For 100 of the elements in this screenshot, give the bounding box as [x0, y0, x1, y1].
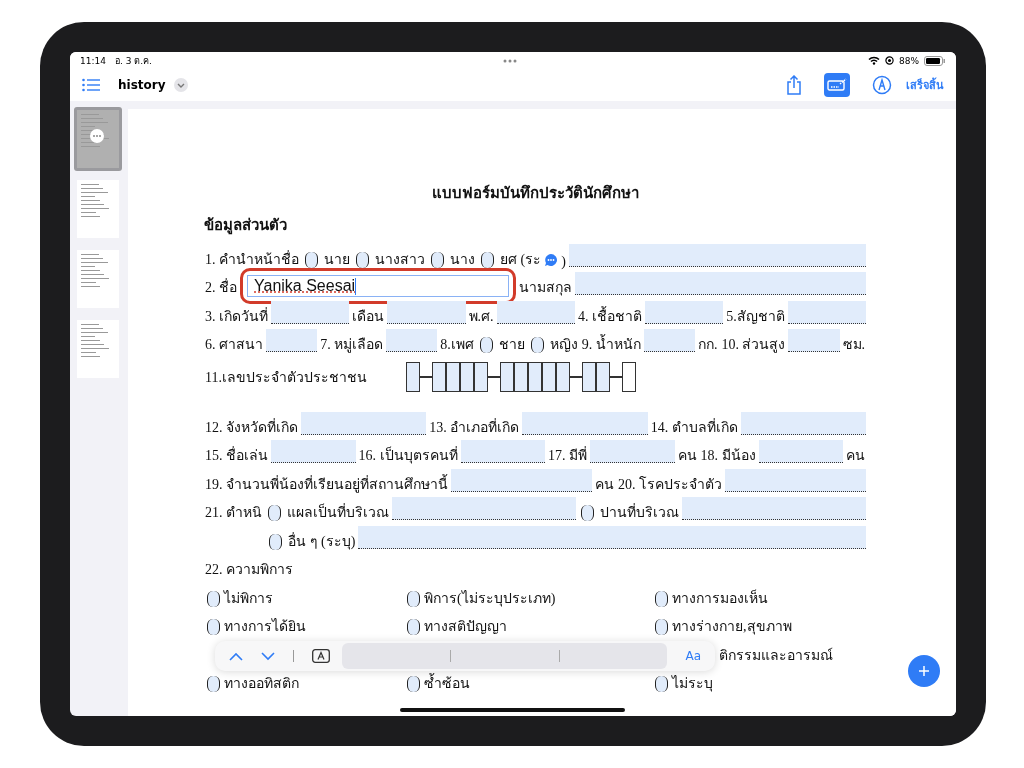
wifi-icon — [868, 56, 880, 65]
fill-in-field[interactable] — [522, 411, 648, 435]
status-date: อ. 3 ต.ค. — [114, 54, 152, 68]
text-box-icon[interactable] — [312, 649, 330, 663]
battery-percent: 88% — [899, 55, 919, 66]
checkbox[interactable] — [269, 533, 282, 550]
checkbox[interactable] — [530, 337, 544, 353]
form-label: 17. มีพี่ — [547, 445, 588, 465]
form-label: ปานที่บริเวณ — [599, 502, 680, 522]
page-thumbnail[interactable] — [74, 107, 122, 171]
done-button[interactable]: เสร็จสิ้น — [906, 76, 944, 94]
form-label: อื่น ๆ (ระบุ) — [287, 531, 357, 552]
checkbox[interactable] — [431, 251, 444, 268]
checkbox[interactable] — [207, 590, 220, 607]
form-label: 10. ส่วนสูง — [720, 336, 787, 355]
option-label: ทางการได้ยิน — [223, 617, 307, 636]
checkbox[interactable] — [207, 676, 220, 692]
chevron-up-icon[interactable] — [229, 651, 243, 661]
comment-icon[interactable] — [544, 252, 559, 267]
fill-in-field[interactable] — [575, 272, 866, 295]
list-icon[interactable] — [82, 78, 100, 92]
fill-in-field[interactable] — [568, 243, 866, 267]
checkbox[interactable] — [481, 251, 494, 268]
form-title: แบบฟอร์มบันทึกประวัตินักศึกษา — [430, 183, 640, 203]
font-button[interactable]: Aa — [685, 649, 701, 663]
option-label: ติกรรมและอารมณ์ — [718, 646, 834, 665]
checkbox[interactable] — [479, 337, 493, 353]
checkbox[interactable] — [655, 676, 668, 692]
form-label: 16. เป็นบุตรคนที่ — [357, 445, 459, 466]
form-label: พ.ศ. — [467, 307, 495, 326]
form-label: แผลเป็นที่บริเวณ — [286, 502, 390, 522]
fill-in-field[interactable] — [740, 411, 866, 435]
fill-in-field[interactable] — [643, 329, 695, 352]
checkbox[interactable] — [407, 590, 420, 607]
fill-in-field[interactable] — [590, 440, 675, 463]
fill-in-field[interactable] — [266, 329, 318, 352]
input-field[interactable]: Yanika Seesai — [247, 275, 509, 297]
page-thumbnail[interactable] — [74, 317, 122, 381]
form-label: ยศ (ระ — [499, 250, 543, 269]
form-label: 5.สัญชาติ — [725, 307, 786, 326]
checkbox[interactable] — [207, 619, 220, 635]
fill-in-field[interactable] — [387, 300, 466, 324]
share-icon[interactable] — [786, 75, 802, 95]
checkbox[interactable] — [581, 505, 594, 521]
document-title[interactable]: history — [118, 78, 166, 92]
chevron-down-icon[interactable] — [173, 78, 188, 92]
status-time: 11:14 — [80, 55, 106, 66]
chevron-down-icon[interactable] — [261, 651, 275, 661]
fill-in-field[interactable] — [682, 497, 866, 520]
id-digit-box[interactable] — [582, 362, 596, 392]
form-label: 20. โรคประจำตัว — [617, 475, 723, 494]
id-digit-box[interactable] — [500, 362, 514, 392]
form-label: หญิง — [548, 336, 579, 354]
option-label: พิการ(ไม่ระบุประเภท) — [423, 589, 557, 609]
form-label: 2. ชื่อ — [204, 277, 238, 297]
form-label: 6. ศาสนา — [204, 336, 264, 354]
form-label: 18. มีน้อง — [699, 447, 757, 465]
checkbox[interactable] — [356, 251, 369, 268]
form-label: นามสกุล — [518, 279, 573, 298]
fill-in-field[interactable] — [386, 329, 438, 352]
id-digit-box[interactable] — [406, 362, 420, 392]
fill-in-field[interactable] — [496, 300, 575, 324]
battery-icon — [924, 55, 946, 66]
pen-circle-icon[interactable] — [872, 75, 892, 95]
fill-in-field[interactable] — [358, 525, 866, 549]
fill-in-field[interactable] — [451, 468, 592, 492]
section-heading: ข้อมูลส่วนตัว — [204, 216, 288, 237]
checkbox[interactable] — [407, 619, 420, 635]
checkbox[interactable] — [268, 505, 281, 521]
id-digit-box[interactable] — [432, 362, 446, 392]
fill-in-field[interactable] — [644, 300, 724, 324]
form-label: คน — [676, 447, 698, 465]
form-label: 14. ตำบลที่เกิด — [649, 417, 739, 437]
fill-in-field[interactable] — [725, 468, 866, 492]
fill-in-field[interactable] — [758, 440, 843, 463]
option-label: ทางสติปัญญา — [423, 618, 508, 636]
form-label: คน — [845, 447, 866, 465]
form-label: 19. จำนวนพี่น้องที่เรียนอยู่ที่สถานศึกษานี้ — [204, 473, 449, 495]
checkbox[interactable] — [655, 619, 668, 635]
form-label: ) — [560, 253, 567, 270]
page-thumbnail[interactable] — [74, 247, 122, 311]
fill-in-field[interactable] — [460, 440, 545, 463]
checkbox[interactable] — [305, 251, 318, 268]
fill-in-field[interactable] — [301, 411, 427, 435]
form-label: 1. คำนำหน้าชื่อ — [204, 249, 300, 269]
fill-in-field[interactable] — [787, 300, 866, 324]
multitask-dots-icon[interactable] — [502, 58, 517, 63]
checkbox[interactable] — [407, 676, 420, 692]
fill-in-field[interactable] — [392, 497, 576, 520]
location-icon — [885, 56, 894, 65]
id-digit-box[interactable] — [622, 362, 636, 392]
form-label: 21. ตำหนิ — [204, 504, 263, 522]
fill-in-field[interactable] — [271, 440, 356, 463]
page-thumbnail[interactable] — [74, 177, 122, 241]
checkbox[interactable] — [655, 590, 668, 607]
form-label: ชาย — [497, 336, 526, 354]
fill-in-field[interactable] — [271, 300, 350, 324]
form-label: 15. ชื่อเล่น — [204, 445, 269, 465]
fill-in-field[interactable] — [788, 329, 840, 352]
form-fill-button[interactable] — [824, 73, 850, 97]
